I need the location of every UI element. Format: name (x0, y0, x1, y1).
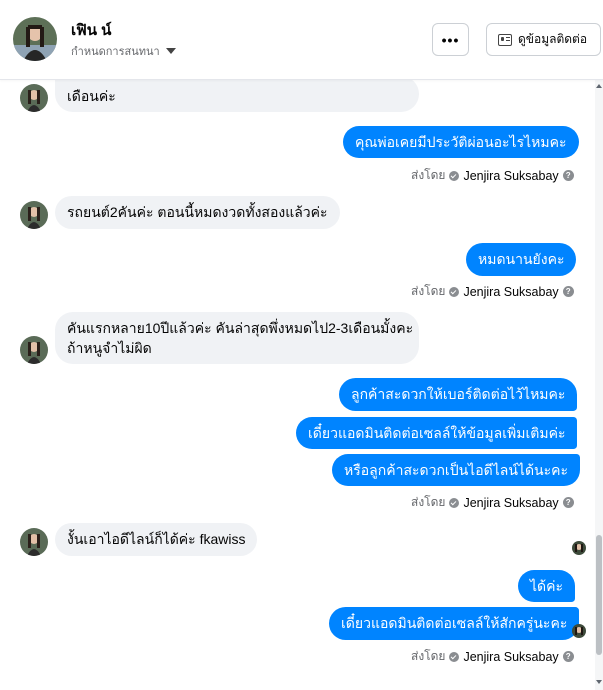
more-dots-icon: ••• (441, 31, 460, 48)
message-text: หมดนานยังคะ (478, 251, 565, 267)
conversation-header: เฟิน น์ กำหนดการสนทนา ••• ดูข้อมูลติดต่อ (0, 0, 603, 80)
sent-by-label: ส่งโดย Jenjira Suksabay ? (411, 166, 574, 185)
conversation-subtitle: กำหนดการสนทนา (71, 46, 160, 58)
outgoing-message: เดี๋ยวแอดมินติดต่อเซลล์ให้ข้อมูลเพิ่มเติ… (296, 417, 578, 449)
incoming-message: คันแรกหลาย10ปีแล้วค่ะ คันล่าสุดพึ่งหมดไป… (55, 312, 419, 364)
message-text: เดือนค่ะ (67, 88, 116, 104)
incoming-message: งั้นเอาไอดีไลน์ก็ได้ค่ะ fkawiss (55, 523, 258, 556)
contact-name: เฟิน น์ (71, 22, 112, 39)
sender-name[interactable]: Jenjira Suksabay (463, 496, 558, 510)
outgoing-message: หมดนานยังคะ (466, 243, 577, 276)
conversation-menu[interactable]: กำหนดการสนทนา (71, 42, 176, 60)
help-circle-icon[interactable]: ? (562, 286, 574, 297)
help-circle-icon[interactable]: ? (562, 651, 574, 662)
incoming-message: รถยนต์2คันค่ะ ตอนนี้หมดงวดทั้งสองแล้วค่ะ (55, 196, 340, 229)
help-circle-icon[interactable]: ? (562, 170, 574, 181)
sender-name[interactable]: Jenjira Suksabay (463, 650, 558, 664)
message-text: คันแรกหลาย10ปีแล้วค่ะ คันล่าสุดพึ่งหมดไป… (67, 320, 414, 336)
view-contact-button[interactable]: ดูข้อมูลติดต่อ (486, 23, 601, 56)
message-text: รถยนต์2คันค่ะ ตอนนี้หมดงวดทั้งสองแล้วค่ะ (67, 204, 328, 220)
outgoing-message: ได้ค่ะ (518, 570, 576, 602)
message-text: คุณพ่อเคยมีประวัติผ่อนอะไรไหมคะ (355, 134, 567, 150)
sent-by-label: ส่งโดย Jenjira Suksabay ? (411, 493, 574, 512)
contact-avatar (20, 201, 48, 229)
incoming-message: เดือนค่ะ (55, 76, 419, 112)
thread-scrollbar[interactable] (595, 80, 603, 690)
outgoing-message: เดี๋ยวแอดมินติดต่อเซลล์ให้สักครู่นะคะ (329, 607, 580, 640)
seen-indicator-avatar (572, 541, 586, 555)
check-circle-icon (449, 170, 460, 181)
scroll-up-icon[interactable] (596, 84, 602, 88)
message-thread: เดือนค่ะ คุณพ่อเคยมีประวัติผ่อนอะไรไหมคะ… (0, 0, 595, 690)
outgoing-message: คุณพ่อเคยมีประวัติผ่อนอะไรไหมคะ (343, 126, 579, 158)
sender-name[interactable]: Jenjira Suksabay (463, 169, 558, 183)
contact-card-icon (498, 33, 512, 46)
contact-avatar (20, 336, 48, 364)
message-text: ถ้าหนูจำไม่ผิด (67, 340, 152, 356)
message-text: หรือลูกค้าสะดวกเป็นไอดีไลน์ได้นะคะ (344, 462, 569, 478)
message-text: เดี๋ยวแอดมินติดต่อเซลล์ให้สักครู่นะคะ (341, 615, 568, 631)
scrollbar-thumb[interactable] (596, 535, 602, 655)
contact-avatar[interactable] (13, 17, 57, 61)
contact-avatar (20, 84, 48, 112)
message-text: ได้ค่ะ (530, 578, 564, 594)
message-text: เดี๋ยวแอดมินติดต่อเซลล์ให้ข้อมูลเพิ่มเติ… (308, 425, 566, 441)
more-options-button[interactable]: ••• (432, 23, 469, 56)
outgoing-message: หรือลูกค้าสะดวกเป็นไอดีไลน์ได้นะคะ (332, 454, 581, 486)
seen-indicator-avatar (572, 624, 586, 638)
view-contact-label: ดูข้อมูลติดต่อ (518, 32, 588, 46)
sender-name[interactable]: Jenjira Suksabay (463, 285, 558, 299)
message-text: งั้นเอาไอดีไลน์ก็ได้ค่ะ fkawiss (67, 531, 246, 547)
outgoing-message: ลูกค้าสะดวกให้เบอร์ติดต่อไว้ไหมคะ (339, 378, 578, 411)
message-text: ลูกค้าสะดวกให้เบอร์ติดต่อไว้ไหมคะ (351, 386, 566, 402)
check-circle-icon (449, 497, 460, 508)
scroll-down-icon[interactable] (596, 680, 602, 684)
check-circle-icon (449, 286, 460, 297)
check-circle-icon (449, 651, 460, 662)
caret-down-icon (165, 48, 176, 54)
sent-by-label: ส่งโดย Jenjira Suksabay ? (411, 282, 574, 301)
help-circle-icon[interactable]: ? (562, 497, 574, 508)
sent-by-label: ส่งโดย Jenjira Suksabay ? (411, 647, 574, 666)
contact-avatar (20, 528, 48, 556)
